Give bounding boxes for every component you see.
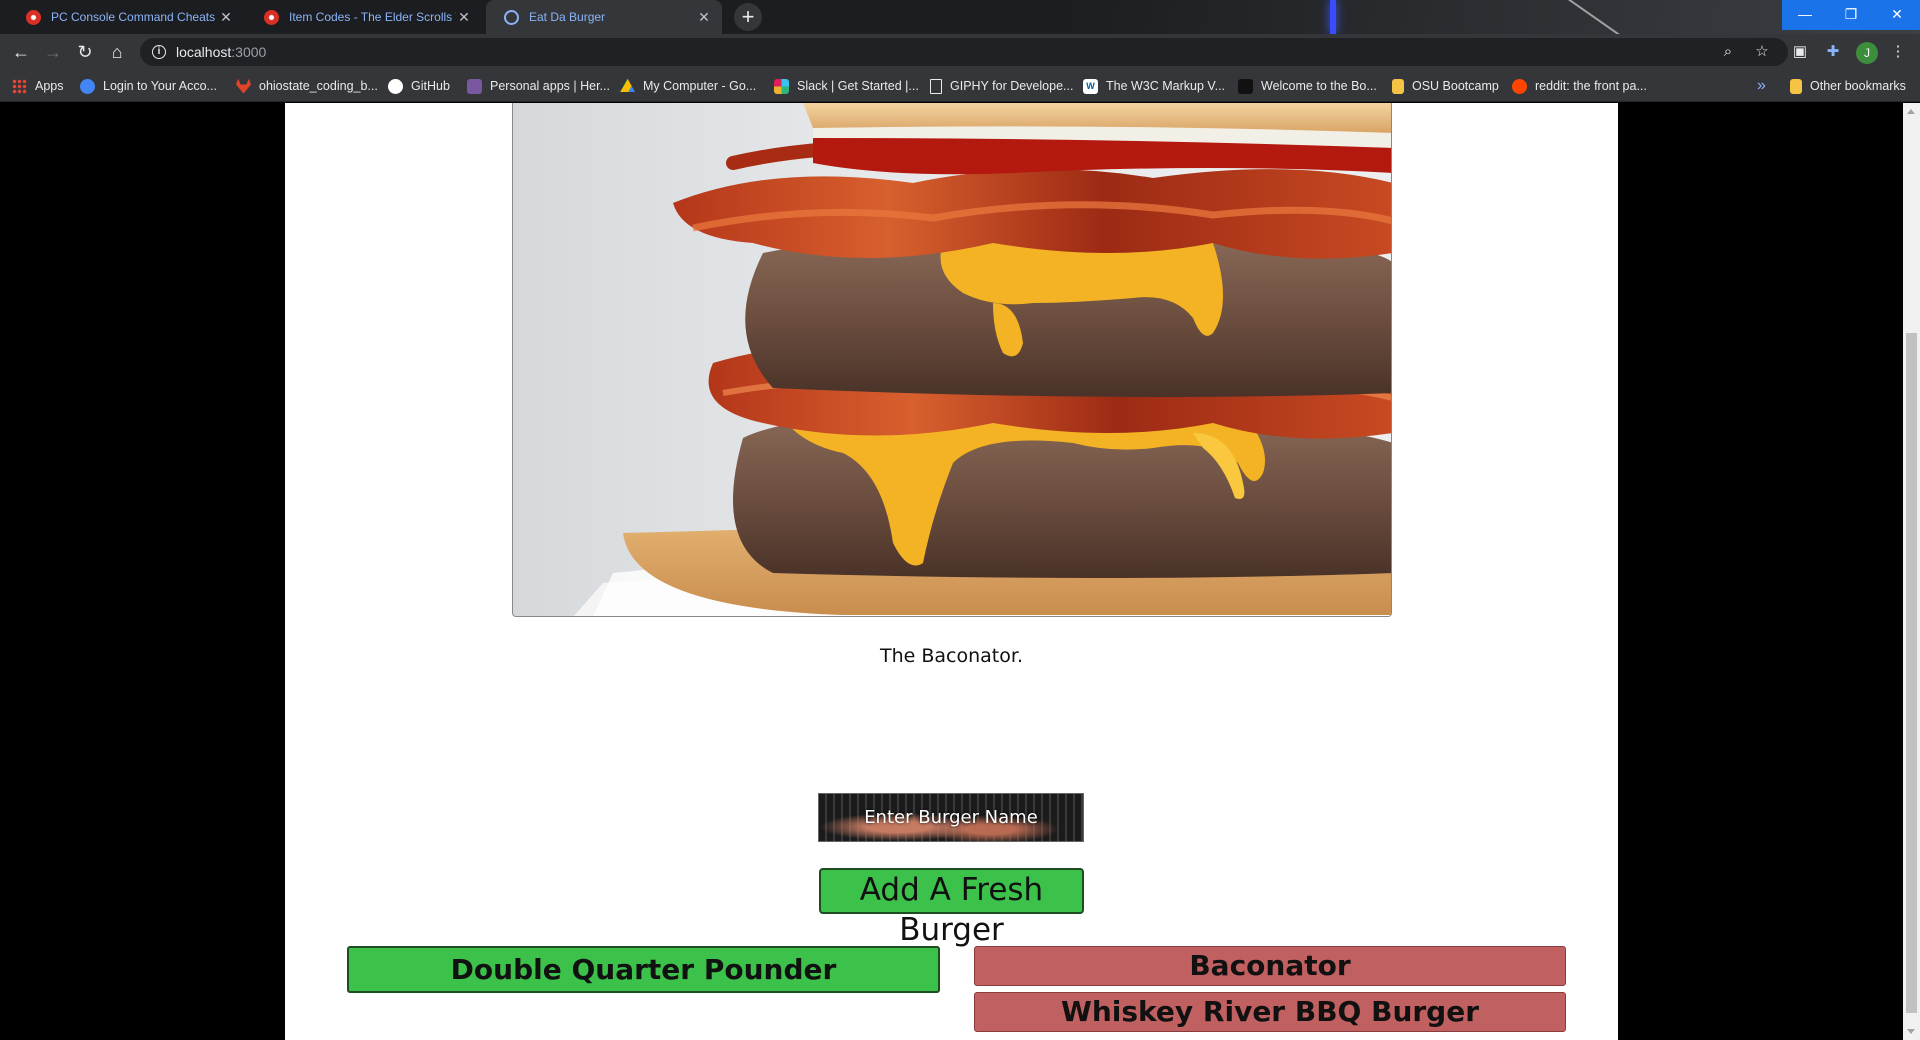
scroll-up-arrow-icon[interactable] — [1907, 109, 1915, 114]
new-tab-button[interactable]: + — [734, 3, 762, 31]
bookmark-slack[interactable]: Slack | Get Started |... — [774, 70, 919, 102]
globe-icon — [80, 78, 95, 94]
tab-title: Item Codes - The Elder Scrolls V — [289, 10, 456, 24]
background-streak — [1540, 0, 1632, 34]
star-icon[interactable]: ☆ — [1752, 42, 1772, 62]
bookmark-w3c[interactable]: W The W3C Markup V... — [1083, 70, 1225, 102]
tab-title: Eat Da Burger — [529, 10, 606, 24]
eaten-burger-whiskey-river-bbq[interactable]: Whiskey River BBQ Burger — [974, 992, 1566, 1032]
bookmark-label: Welcome to the Bo... — [1261, 79, 1377, 93]
bookmark-label: Login to Your Acco... — [103, 79, 217, 93]
bookmark-label: GitHub — [411, 79, 450, 93]
eaten-burger-baconator[interactable]: Baconator — [974, 946, 1566, 986]
puzzle-icon[interactable]: ✚ — [1823, 42, 1843, 62]
bookmark-bootstrap[interactable]: Welcome to the Bo... — [1238, 70, 1377, 102]
tab-title: PC Console Command Cheats - T — [51, 10, 218, 24]
bookmark-label: OSU Bootcamp — [1412, 79, 1499, 93]
bookmark-label: reddit: the front pa... — [1535, 79, 1647, 93]
bookmark-label: Apps — [35, 79, 64, 93]
bookmark-label: Other bookmarks — [1810, 79, 1906, 93]
bootstrap-icon — [1238, 78, 1253, 94]
slack-icon — [774, 78, 789, 94]
page-scrollbar[interactable] — [1903, 103, 1920, 1040]
burger-name-input[interactable] — [818, 793, 1084, 842]
gitlab-icon — [236, 78, 251, 94]
tab-strip: PC Console Command Cheats - T ✕ Item Cod… — [0, 0, 1920, 34]
red-paw-icon — [26, 9, 41, 25]
close-icon[interactable]: ✕ — [218, 9, 234, 25]
bookmark-label: Slack | Get Started |... — [797, 79, 919, 93]
github-icon — [388, 78, 403, 94]
address-bar[interactable]: i localhost:3000 — [140, 38, 1788, 66]
reload-icon[interactable]: ↻ — [73, 40, 97, 64]
bookmark-label: The W3C Markup V... — [1106, 79, 1226, 93]
browser-toolbar: ← → ↻ ⌂ i localhost:3000 ⌕ ☆ ▣ ✚ J ⋮ — [0, 34, 1920, 70]
scroll-down-arrow-icon[interactable] — [1907, 1029, 1915, 1034]
page-container: The Baconator. Add A Fresh Burger Double… — [285, 103, 1618, 1040]
document-icon — [930, 78, 942, 94]
apps-grid-icon — [12, 78, 27, 94]
bookmark-gitlab[interactable]: ohiostate_coding_b... — [236, 70, 378, 102]
red-paw-icon — [264, 9, 279, 25]
scrollbar-thumb[interactable] — [1906, 333, 1917, 1013]
extension-icon[interactable]: ▣ — [1790, 42, 1810, 62]
heroku-icon — [467, 78, 482, 94]
bookmark-google-drive[interactable]: My Computer - Go... — [620, 70, 756, 102]
menu-kebab-icon[interactable]: ⋮ — [1888, 42, 1908, 62]
add-burger-button[interactable]: Add A Fresh Burger — [819, 868, 1084, 948]
bookmark-other[interactable]: Other bookmarks — [1790, 70, 1906, 102]
bookmark-github[interactable]: GitHub — [388, 70, 450, 102]
profile-avatar[interactable]: J — [1856, 42, 1878, 64]
tab-item-codes[interactable]: Item Codes - The Elder Scrolls V ✕ — [246, 0, 482, 34]
bookmark-giphy[interactable]: GIPHY for Develope... — [930, 70, 1073, 102]
close-icon[interactable]: ✕ — [696, 9, 712, 25]
tab-pc-console[interactable]: PC Console Command Cheats - T ✕ — [8, 0, 244, 34]
back-arrow-icon[interactable]: ← — [9, 40, 33, 64]
bookmark-login[interactable]: Login to Your Acco... — [80, 70, 217, 102]
restore-button[interactable]: ❐ — [1828, 0, 1874, 30]
forward-arrow-icon[interactable]: → — [41, 40, 65, 64]
bookmark-label: Personal apps | Her... — [490, 79, 610, 93]
burger-caption: The Baconator. — [880, 645, 1023, 667]
folder-icon — [1790, 78, 1802, 94]
bookmark-reddit[interactable]: reddit: the front pa... — [1512, 70, 1647, 102]
bookmark-apps[interactable]: Apps — [12, 70, 64, 102]
google-drive-icon — [620, 78, 635, 92]
w3c-icon: W — [1083, 78, 1098, 94]
url-host: localhost — [176, 44, 232, 60]
url-port: :3000 — [231, 44, 267, 60]
bookmark-heroku[interactable]: Personal apps | Her... — [467, 70, 610, 102]
bookmarks-overflow-chevron-icon[interactable]: » — [1757, 70, 1766, 102]
background-streak — [1330, 0, 1336, 34]
tab-eat-da-burger[interactable]: Eat Da Burger ✕ — [486, 0, 722, 34]
info-icon[interactable]: i — [152, 45, 166, 59]
reddit-icon — [1512, 78, 1527, 94]
page-viewport: The Baconator. Add A Fresh Burger Double… — [0, 103, 1920, 1040]
zoom-icon[interactable]: ⌕ — [1718, 42, 1738, 62]
bookmark-label: GIPHY for Develope... — [950, 79, 1074, 93]
bookmark-label: My Computer - Go... — [643, 79, 757, 93]
devour-double-quarter-pounder-button[interactable]: Double Quarter Pounder — [347, 946, 940, 993]
minimize-button[interactable]: — — [1782, 0, 1828, 30]
folder-icon — [1392, 78, 1404, 94]
close-window-button[interactable]: ✕ — [1874, 0, 1920, 30]
burger-image — [512, 103, 1392, 617]
home-icon[interactable]: ⌂ — [105, 40, 129, 64]
baconator-image — [573, 103, 1391, 616]
bookmark-osu-bootcamp[interactable]: OSU Bootcamp — [1392, 70, 1499, 102]
bookmark-label: ohiostate_coding_b... — [259, 79, 378, 93]
close-icon[interactable]: ✕ — [456, 9, 472, 25]
globe-icon — [504, 9, 519, 25]
bookmarks-bar: Apps Login to Your Acco... ohiostate_cod… — [0, 70, 1920, 102]
